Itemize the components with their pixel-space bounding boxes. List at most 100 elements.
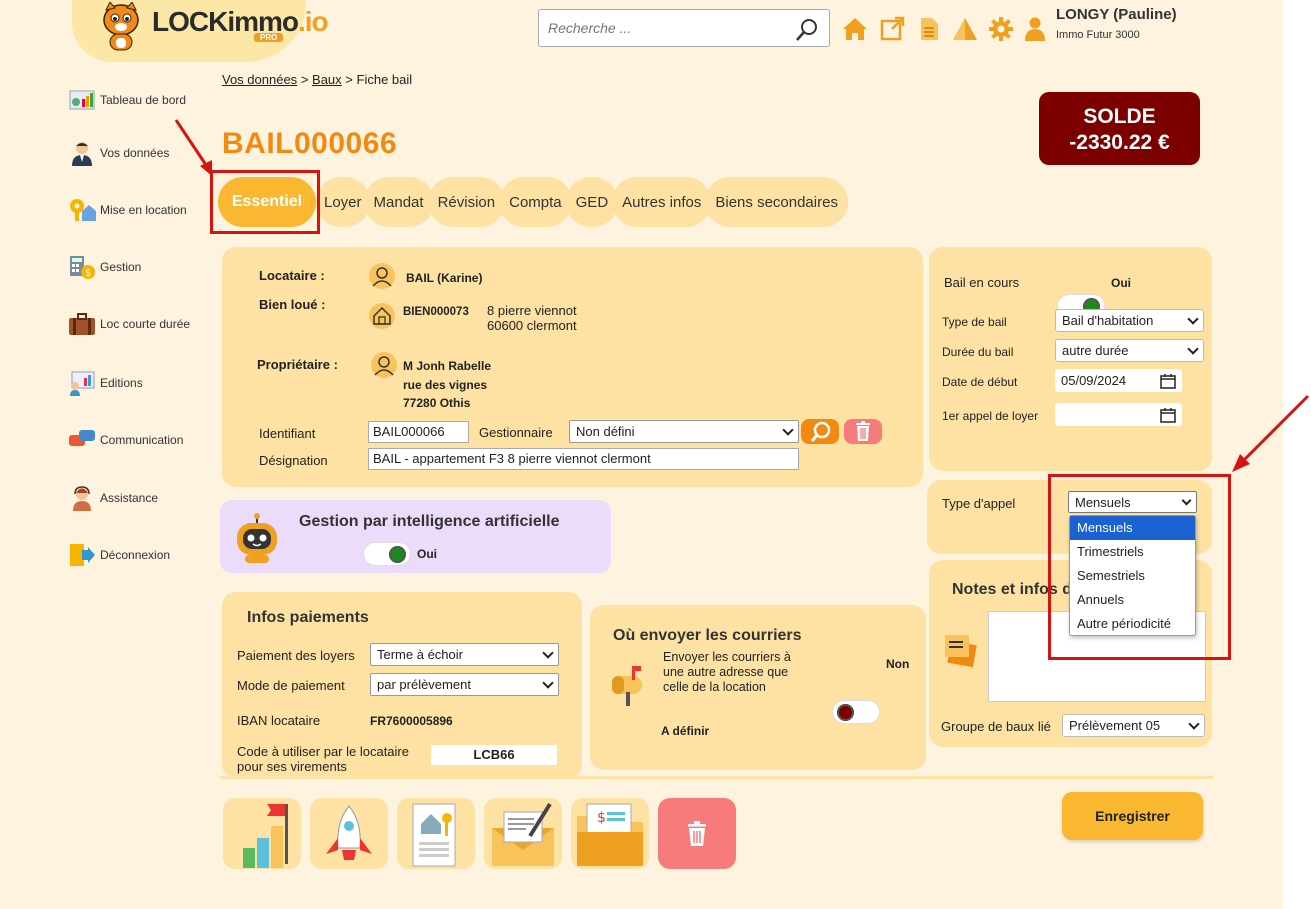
search-gestionnaire-button[interactable]: [801, 419, 839, 444]
duree-bail-select-value: autre durée: [1062, 343, 1129, 358]
chat-icon: [69, 430, 95, 446]
tab-autres-infos[interactable]: Autres infos: [612, 177, 712, 227]
sidebar-item-gestion[interactable]: $ Gestion: [68, 254, 141, 280]
sidebar-item-deconnexion[interactable]: Déconnexion: [68, 542, 170, 568]
sidebar-item-loc-courte-duree[interactable]: Loc courte durée: [68, 311, 190, 337]
progress-chart-button[interactable]: [223, 798, 301, 869]
sidebar-item-label: Déconnexion: [100, 548, 171, 562]
premier-appel-label: 1er appel de loyer: [942, 409, 1039, 423]
divider: [220, 776, 1213, 779]
sidebar-item-communication[interactable]: Communication: [68, 427, 183, 453]
type-bail-select[interactable]: Bail d'habitation: [1055, 309, 1204, 332]
proprietaire-name[interactable]: M Jonh Rabelle: [403, 359, 491, 373]
ai-toggle[interactable]: [363, 542, 411, 566]
sidebar-item-label: Editions: [100, 376, 143, 390]
send-letter-button[interactable]: [484, 798, 562, 869]
key-house-icon: [70, 199, 96, 221]
sidebar-item-label: Gestion: [100, 260, 142, 274]
gear-icon[interactable]: [988, 16, 1014, 42]
warning-icon[interactable]: [952, 16, 978, 42]
calendar-icon[interactable]: [1160, 407, 1176, 423]
bien-loue-label: Bien loué :: [259, 297, 326, 312]
mode-paiement-select[interactable]: par prélèvement: [370, 673, 559, 696]
sidebar-item-assistance[interactable]: Assistance: [68, 485, 158, 511]
tiger-mascot-icon: [103, 2, 139, 51]
tab-biens-secondaires[interactable]: Biens secondaires: [705, 177, 848, 227]
tab-compta[interactable]: Compta: [499, 177, 572, 227]
bail-en-cours-value: Oui: [1111, 276, 1131, 290]
mail-toggle[interactable]: [832, 700, 880, 724]
search-input[interactable]: [539, 10, 779, 46]
suitcase-icon: [69, 313, 95, 335]
designation-input[interactable]: BAIL - appartement F3 8 pierre viennot c…: [368, 448, 799, 470]
tab-revision[interactable]: Révision: [427, 177, 506, 227]
annotation-arrow-icon: [174, 119, 212, 176]
paiement-loyers-select[interactable]: Terme à échoir: [370, 643, 559, 666]
chevron-down-icon: [1187, 342, 1199, 355]
calendar-icon[interactable]: [1160, 373, 1176, 389]
logout-icon: [70, 544, 95, 566]
tab-ged[interactable]: GED: [565, 177, 619, 227]
bien-address-line2: 60600 clermont: [487, 318, 577, 333]
duree-bail-select[interactable]: autre durée: [1055, 339, 1204, 362]
user-icon[interactable]: [1022, 16, 1048, 42]
bien-code[interactable]: BIEN000073: [403, 306, 469, 318]
rocket-button[interactable]: [310, 798, 388, 869]
iban-value: FR7600005896: [370, 714, 453, 728]
chevron-down-icon: [1188, 717, 1200, 730]
save-button[interactable]: Enregistrer: [1062, 792, 1203, 840]
page-title: BAIL000066: [222, 127, 398, 160]
search-icon[interactable]: [795, 18, 819, 42]
clear-gestionnaire-button[interactable]: [844, 419, 882, 444]
breadcrumb-link-baux[interactable]: Baux: [312, 72, 342, 87]
type-appel-label: Type d'appel: [942, 496, 1016, 511]
envelope-pen-icon: [492, 802, 554, 866]
locataire-value[interactable]: BAIL (Karine): [406, 271, 482, 285]
chevron-down-icon: [782, 423, 794, 436]
search-icon: [810, 421, 831, 442]
robot-icon: [237, 513, 277, 563]
sidebar-item-vos-donnees[interactable]: Vos données: [68, 140, 169, 166]
home-icon[interactable]: [842, 16, 868, 42]
chevron-down-icon: [542, 676, 554, 689]
sidebar-item-dashboard[interactable]: Tableau de bord: [68, 87, 186, 113]
user-name[interactable]: LONGY (Pauline): [1056, 6, 1177, 23]
delete-bail-button[interactable]: [658, 798, 736, 869]
logo[interactable]: LOCKimmo.io: [152, 6, 329, 38]
folder-money-icon: $: [577, 803, 643, 866]
gestionnaire-select[interactable]: Non défini: [569, 420, 799, 443]
ai-card-title: Gestion par intelligence artificielle: [299, 513, 560, 530]
tab-loyer[interactable]: Loyer: [316, 177, 370, 227]
tab-mandat[interactable]: Mandat: [363, 177, 434, 227]
sidebar-item-label: Vos données: [100, 146, 170, 160]
external-link-icon[interactable]: [879, 16, 905, 42]
sidebar-item-label: Loc courte durée: [100, 317, 191, 331]
locataire-label: Locataire :: [259, 268, 325, 283]
sidebar-item-label: Assistance: [100, 491, 159, 505]
gestionnaire-label: Gestionnaire: [479, 425, 553, 440]
mail-card-title: Où envoyer les courriers: [613, 627, 802, 644]
house-key-document-icon: [412, 803, 456, 867]
sidebar-item-editions[interactable]: Editions: [68, 370, 143, 396]
proprietaire-label: Propriétaire :: [257, 357, 338, 372]
user-company: Immo Futur 3000: [1056, 29, 1140, 41]
mail-toggle-label: Non: [886, 657, 910, 671]
property-key-button[interactable]: [397, 798, 475, 869]
identifiant-input[interactable]: BAIL000066: [368, 421, 469, 443]
sticky-notes-icon: [945, 635, 977, 668]
document-icon[interactable]: [916, 16, 942, 42]
date-debut-input[interactable]: 05/09/2024: [1055, 369, 1182, 392]
breadcrumb-link-vos-donnees[interactable]: Vos données: [222, 72, 297, 87]
annotation-highlight-box: [210, 170, 320, 234]
solde-badge: SOLDE -2330.22 €: [1039, 92, 1200, 165]
trash-icon: [856, 421, 870, 441]
annotation-arrow-icon: [1232, 394, 1310, 472]
mailbox-icon: [612, 666, 642, 706]
payment-folder-button[interactable]: $: [571, 798, 649, 869]
sidebar-item-mise-en-location[interactable]: Mise en location: [68, 197, 187, 223]
code-virement-value: LCB66: [431, 745, 557, 765]
premier-appel-input[interactable]: [1055, 403, 1182, 426]
groupe-baux-select[interactable]: Prélèvement 05: [1062, 714, 1205, 737]
bail-en-cours-label: Bail en cours: [944, 275, 1020, 290]
dashboard-icon: [69, 90, 95, 110]
